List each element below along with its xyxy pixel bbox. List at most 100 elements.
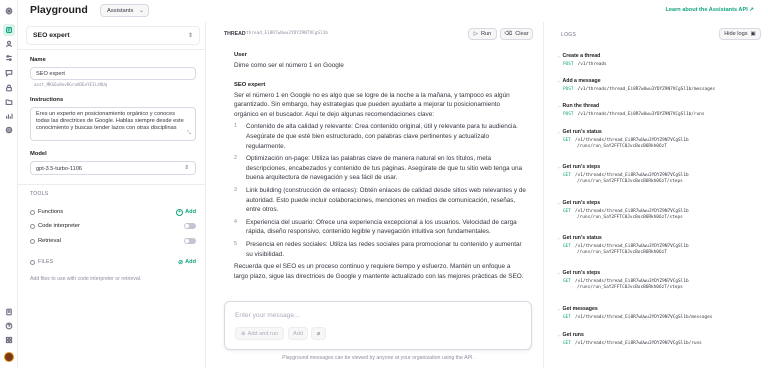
attach-button[interactable]: ⌀	[311, 327, 326, 340]
mode-select[interactable]: Assistants ⌄	[100, 4, 149, 17]
log-title: Get run's steps	[562, 164, 601, 170]
log-entry[interactable]: › Run the thread POST/v1/threads/thread_E…	[558, 103, 763, 118]
tool-retrieval: Retrieval	[30, 236, 196, 246]
avatar[interactable]	[4, 352, 14, 362]
add-and-run-button[interactable]: ⊕ Add and run	[235, 327, 284, 340]
hide-logs-button[interactable]: Hide logs ▣	[719, 28, 761, 40]
footnote: Playground messages can be viewed by any…	[282, 355, 474, 361]
log-path: /v1/threads/thread_Ei8R7wUwu3YDYZ9N7VCgS…	[574, 138, 689, 143]
chevron-right-icon: ›	[558, 129, 560, 135]
run-button-label: Run	[481, 31, 492, 37]
user-message: User Dime como ser el número 1 en Google	[234, 52, 526, 71]
assistant-select[interactable]: SEO expert ⇕	[26, 26, 200, 45]
page-title: Playground	[30, 4, 88, 16]
log-title: Get messages	[562, 306, 598, 312]
tool-retrieval-label: Retrieval	[38, 238, 61, 244]
files-section-label: FILES	[38, 259, 54, 265]
list-item: 3 Link building (construcción de enlaces…	[234, 186, 526, 215]
instructions-text: Eres un experto en posicionamiento orgán…	[36, 111, 184, 131]
run-button[interactable]: ▷ Run	[468, 28, 497, 40]
list-text: Optimización on-page: Utiliza las palabr…	[246, 155, 523, 182]
log-path: /runs/run_SaY2FFTC0JvcBocB6Rkh06zT	[577, 144, 667, 150]
add-label: Add	[293, 330, 303, 337]
log-path: /v1/threads/thread_Ei8R7wUwu3YDYZ9N7VCgS…	[574, 341, 702, 346]
top-header: Playground Assistants ⌄ Learn about the …	[18, 0, 768, 22]
log-path: /v1/threads/thread_Ei8R7wUwu3YDYZ9N7VCgS…	[574, 173, 689, 178]
instructions-label: Instructions	[30, 97, 64, 103]
log-path: /v1/threads/thread_Ei8R7wUwu3YDYZ9N7VCgS…	[574, 279, 689, 284]
instructions-field[interactable]: Eres un experto en posicionamiento orgán…	[30, 107, 196, 141]
thread-toolbar: THREAD thread_Ei8R7wUwu3YDYZ9N7VCgSl1b ▷…	[207, 22, 543, 46]
assistant-select-label: SEO expert	[33, 32, 70, 39]
docs-icon[interactable]	[3, 306, 15, 318]
log-path: /v1/threads/thread_Ei8R7wUwu3YDYZ9N7VCgS…	[574, 315, 713, 320]
name-field[interactable]: SEO expert	[30, 67, 196, 80]
settings-icon[interactable]	[3, 124, 15, 136]
paperclip-icon: ⌀	[316, 330, 321, 337]
log-entry[interactable]: › Get run's status GET/v1/threads/thread_…	[558, 129, 763, 151]
folder-icon[interactable]	[3, 96, 15, 108]
message-outro: Recuerda que el SEO es un proceso contin…	[234, 263, 524, 280]
apps-grid-icon[interactable]	[3, 334, 15, 346]
tool-functions: Functions + Add	[30, 207, 196, 217]
log-entry[interactable]: › Get messages GET/v1/threads/thread_Ei8R…	[558, 306, 763, 321]
log-method: POST	[563, 112, 574, 117]
chevron-right-icon: ›	[558, 200, 560, 206]
assistant-config-panel: SEO expert ⇕ Name SEO expert asst_MKG6u8…	[18, 22, 206, 368]
log-entry[interactable]: › Get runs GET/v1/threads/thread_Ei8R7wUw…	[558, 332, 763, 347]
paperclip-icon: ⊘	[178, 259, 184, 266]
resize-handle-icon[interactable]: ⤡	[187, 130, 191, 137]
assistants-icon[interactable]	[3, 24, 15, 36]
openai-logo-icon[interactable]	[3, 5, 15, 17]
lock-icon[interactable]	[3, 82, 15, 94]
name-label: Name	[30, 57, 46, 63]
model-select[interactable]: gpt-3.5-turbo-1106 ⇕	[30, 161, 196, 175]
log-entry[interactable]: › Get run's steps GET/v1/threads/thread_E…	[558, 164, 763, 186]
clear-button[interactable]: ⌫ Clear	[500, 28, 533, 40]
divider	[18, 49, 206, 50]
chat-icon[interactable]	[3, 67, 15, 79]
log-title: Get run's status	[562, 129, 602, 135]
log-entry[interactable]: › Get run's steps GET/v1/threads/thread_E…	[558, 200, 763, 222]
message-role: SEO expert	[234, 81, 266, 88]
add-button[interactable]: Add	[288, 327, 308, 340]
add-file-button[interactable]: ⊘ Add	[178, 259, 196, 266]
info-icon	[30, 238, 35, 244]
message-input[interactable]: Enter your message...	[235, 312, 300, 319]
user-icon[interactable]	[3, 38, 15, 50]
log-method: GET	[563, 279, 571, 284]
log-method: GET	[563, 244, 571, 249]
chart-icon[interactable]	[3, 110, 15, 122]
log-entry[interactable]: › Get run's status GET/v1/threads/thread_…	[558, 235, 763, 257]
add-function-button[interactable]: + Add	[176, 208, 196, 216]
list-text: Link building (construcción de enlaces):…	[246, 186, 526, 214]
chevron-updown-icon: ⇕	[187, 33, 193, 39]
log-method: GET	[563, 209, 571, 214]
retrieval-toggle[interactable]	[184, 238, 196, 244]
message-list: User Dime como ser el número 1 en Google…	[234, 52, 526, 281]
sliders-icon[interactable]	[3, 52, 15, 64]
model-select-label: gpt-3.5-turbo-1106	[36, 166, 82, 172]
thread-label: THREAD	[224, 31, 246, 37]
list-item: 2 Optimización on-page: Utiliza las pala…	[234, 154, 526, 183]
log-entry[interactable]: › Get run's steps GET/v1/threads/thread_E…	[558, 270, 763, 292]
learn-assistants-link[interactable]: Learn about the Assistants API ↗	[665, 7, 754, 13]
info-icon	[30, 259, 35, 265]
tool-code-interpreter-label: Code interpreter	[38, 223, 80, 229]
list-text: Presencia en redes sociales: Utiliza las…	[246, 240, 522, 258]
code-interpreter-toggle[interactable]	[184, 223, 196, 229]
log-title: Get run's steps	[562, 270, 601, 276]
plus-icon: +	[176, 208, 184, 216]
log-entry[interactable]: › Create a thread POST/v1/threads	[558, 53, 763, 68]
model-label: Model	[30, 151, 47, 157]
log-entry[interactable]: › Add a message POST/v1/threads/thread_Ei…	[558, 78, 763, 93]
message-composer: Enter your message... ⊕ Add and run Add …	[224, 301, 532, 350]
thread-id[interactable]: thread_Ei8R7wUwu3YDYZ9N7VCgSl1b	[246, 31, 328, 36]
message-intro: Ser el número 1 en Google no es algo que…	[234, 91, 510, 118]
logs-panel: LOGS Hide logs ▣ › Create a thread POST/v…	[543, 22, 768, 368]
help-icon[interactable]	[3, 320, 15, 332]
files-section: FILES ⊘ Add	[30, 257, 196, 267]
log-method: GET	[563, 315, 571, 320]
tool-code-interpreter: Code interpreter	[30, 221, 196, 231]
log-title: Get run's steps	[562, 200, 601, 206]
